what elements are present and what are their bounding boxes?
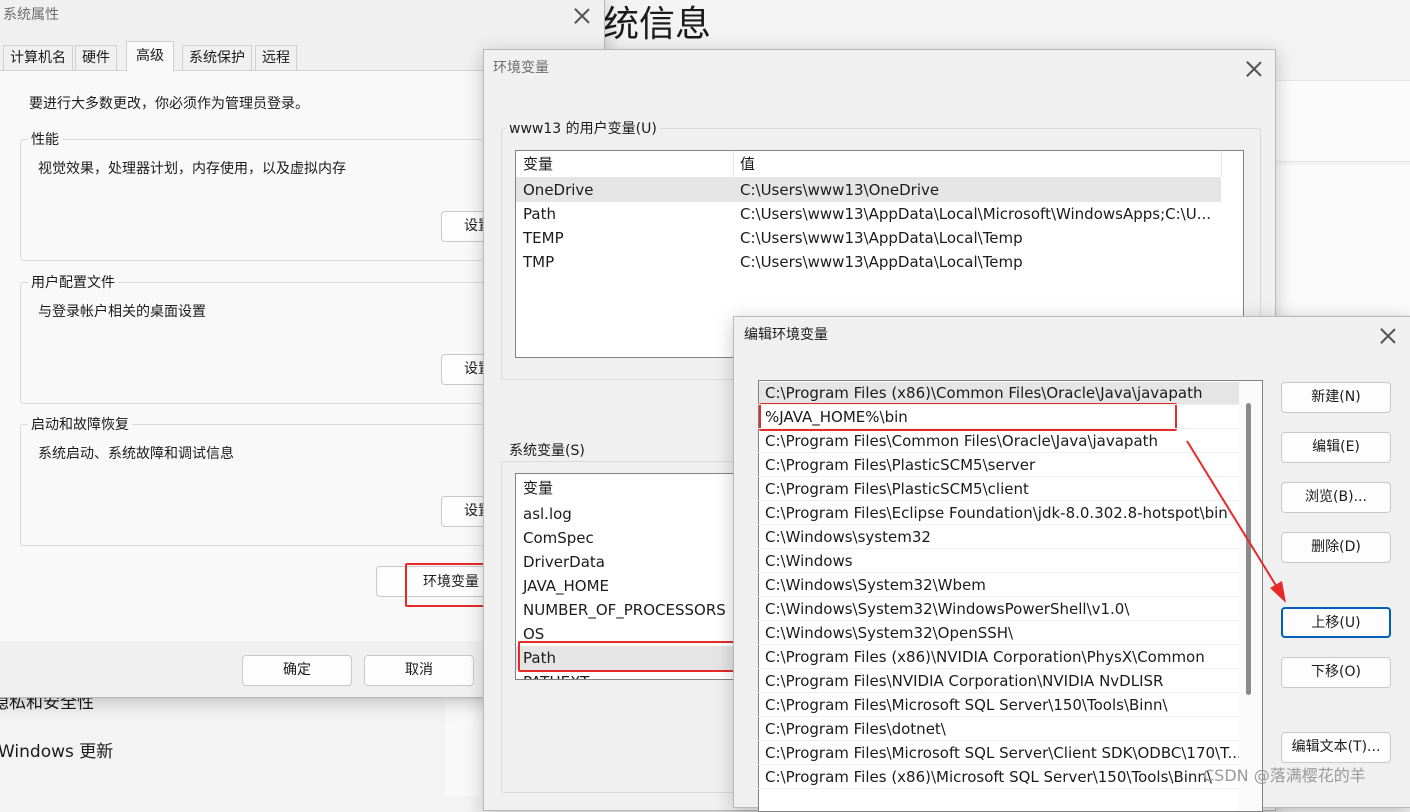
watermark: CSDN @落满樱花的羊 <box>1203 766 1366 785</box>
arrow-line <box>1186 440 1281 593</box>
annotation-arrow <box>1186 440 1286 603</box>
arrow-head <box>1270 581 1286 603</box>
